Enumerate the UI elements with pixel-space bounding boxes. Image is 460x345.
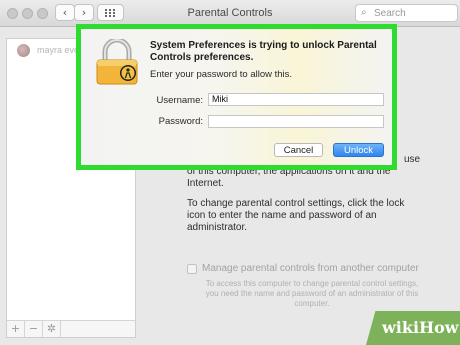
chevron-right-icon: ›: [81, 6, 87, 19]
username-field[interactable]: Miki: [208, 93, 384, 106]
forward-button[interactable]: ›: [74, 4, 94, 21]
manage-remote-label: Manage parental controls from another co…: [202, 263, 419, 274]
manage-remote-description: To access this computer to change parent…: [205, 279, 419, 308]
username-label: Username:: [156, 95, 203, 106]
zoom-window-button[interactable]: [37, 8, 48, 19]
unlock-button[interactable]: Unlock: [333, 143, 384, 157]
gear-icon[interactable]: ✲: [43, 321, 61, 337]
cancel-button[interactable]: Cancel: [274, 143, 323, 157]
show-all-button[interactable]: [97, 4, 124, 21]
window-title: Parental Controls: [187, 7, 273, 19]
unlock-dialog: System Preferences is trying to unlock P…: [81, 29, 392, 165]
search-placeholder: Search: [374, 8, 406, 19]
sidebar-footer: + − ✲: [7, 320, 135, 337]
manage-remote-checkbox[interactable]: [187, 264, 197, 274]
dialog-title: System Preferences is trying to unlock P…: [150, 40, 377, 63]
add-user-button[interactable]: +: [7, 321, 25, 337]
minimize-window-button[interactable]: [22, 8, 33, 19]
lock-icon: [96, 39, 138, 85]
description-line: Internet.: [187, 178, 224, 189]
avatar: [17, 44, 30, 57]
remove-user-button[interactable]: −: [25, 321, 43, 337]
lock-instructions-line: icon to enter the name and password of a…: [187, 210, 377, 221]
search-icon: ⌕: [361, 7, 367, 18]
search-field[interactable]: ⌕ Search: [355, 4, 458, 22]
wikihow-logo-text: wikiHow: [382, 318, 459, 337]
password-label: Password:: [158, 116, 203, 127]
dialog-subtitle: Enter your password to allow this.: [150, 69, 293, 80]
lock-instructions-line: administrator.: [187, 222, 248, 233]
close-window-button[interactable]: [7, 8, 18, 19]
title-bar: ‹ › Parental Controls ⌕ Search: [0, 0, 460, 27]
lock-instructions-line: To change parental control settings, cli…: [187, 198, 405, 209]
user-name: mayra eve: [37, 45, 80, 55]
chevron-left-icon: ‹: [62, 6, 68, 19]
password-field[interactable]: [208, 115, 384, 128]
back-button[interactable]: ‹: [55, 4, 75, 21]
description-fragment: use: [404, 154, 421, 165]
wikihow-watermark: wikiHow: [366, 311, 460, 345]
